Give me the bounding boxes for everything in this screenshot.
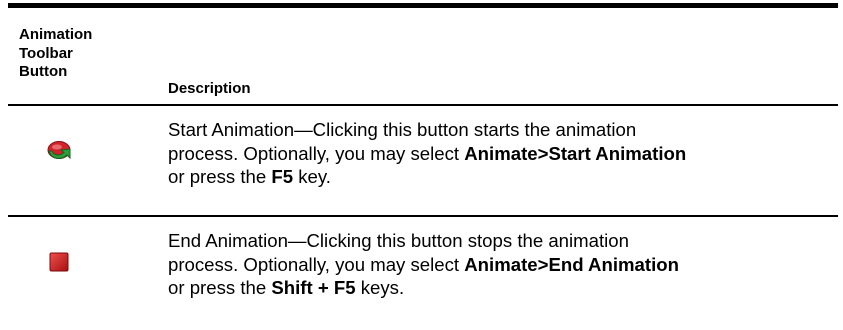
description-text: key. xyxy=(293,166,331,187)
start-animation-description: Start Animation—Clicking this button sta… xyxy=(168,118,836,189)
column-header-description: Description xyxy=(168,80,251,97)
menu-path-text: Animate>Start Animation xyxy=(464,142,687,164)
end-animation-description: End Animation—Clicking this button stops… xyxy=(168,229,836,300)
start-animation-icon xyxy=(46,139,72,168)
toolbar-button-table-page: { "table": { "header_col1_lines": ["Anim… xyxy=(0,0,843,330)
column-header-button-line: Toolbar xyxy=(19,44,73,62)
shortcut-key-text: F5 xyxy=(271,166,294,187)
description-text: or press the xyxy=(168,166,272,187)
menu-path-text: Animate>End Animation xyxy=(464,253,679,275)
shortcut-key-text: Shift + F5 xyxy=(271,277,356,298)
description-text: or press the xyxy=(168,277,272,298)
description-line: Start Animation—Clicking this button sta… xyxy=(168,119,637,140)
column-header-button-line: Animation xyxy=(19,26,93,43)
description-line: or press the F5 key. xyxy=(168,165,836,189)
header-divider xyxy=(8,104,838,106)
description-line: End Animation—Clicking this button stops… xyxy=(168,230,629,251)
description-line: process. Optionally, you may select Anim… xyxy=(168,142,836,166)
description-line: process. Optionally, you may select Anim… xyxy=(168,253,836,277)
description-text: keys. xyxy=(355,277,405,298)
description-text: process. Optionally, you may select xyxy=(168,253,465,275)
table-top-rule xyxy=(8,3,838,8)
description-text: process. Optionally, you may select xyxy=(168,142,465,164)
column-header-button-line: Button xyxy=(19,63,68,81)
description-line: or press the Shift + F5 keys. xyxy=(168,276,836,300)
column-header-button: Animation Toolbar Button xyxy=(19,26,159,82)
row-divider xyxy=(8,215,838,217)
end-animation-icon xyxy=(49,252,69,277)
